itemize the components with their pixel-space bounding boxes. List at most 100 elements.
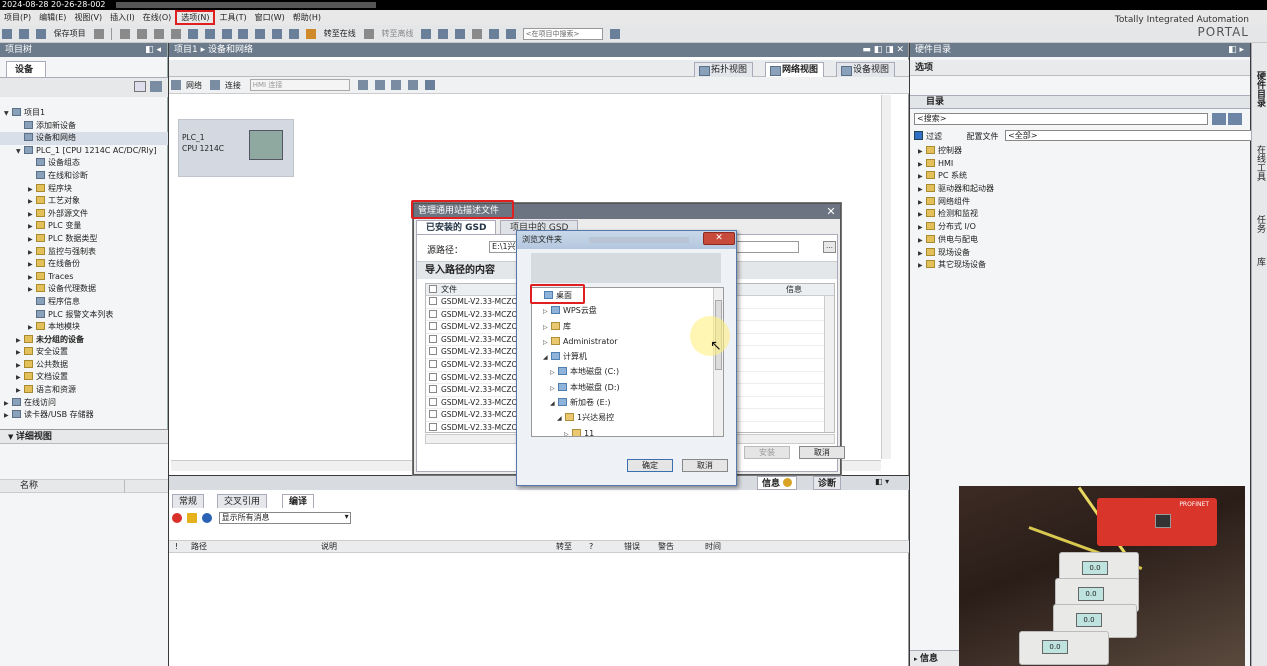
file-checkbox[interactable] [429, 297, 437, 305]
side-tab-tasks[interactable]: 任务 [1254, 215, 1266, 233]
select-all-checkbox[interactable] [429, 285, 437, 293]
expand-icon[interactable]: ▶ [4, 410, 12, 423]
tree-item[interactable]: ▶ 监控与强制表 [0, 246, 168, 259]
gsd-close-icon[interactable]: ✕ [824, 204, 838, 219]
tree-item[interactable]: ◢ 新加卷 (E:) [532, 395, 723, 410]
error-filter-icon[interactable] [172, 513, 182, 523]
split-vertical-icon[interactable] [505, 29, 516, 39]
tree-item[interactable]: ▷ 本地磁盘 (D:) [532, 380, 723, 395]
tab-device-view[interactable]: 设备视图 [836, 62, 896, 77]
tree-item[interactable]: 设备组态 [0, 157, 168, 170]
tree-item[interactable]: ▶ 程序块 [0, 183, 168, 196]
tab-topology-view[interactable]: 拓扑视图 [694, 62, 754, 77]
tree-item[interactable]: 在线和诊断 [0, 170, 168, 183]
tree-item[interactable]: ▷ 11 [532, 426, 723, 436]
catalog-search-input[interactable]: <搜索> [914, 113, 1208, 125]
catalog-item[interactable]: ▶ HMI [916, 158, 1236, 171]
file-checkbox[interactable] [429, 372, 437, 381]
tree-item[interactable]: ▶ 工艺对象 [0, 195, 168, 208]
col-errors[interactable]: 错误 [624, 541, 640, 553]
layout-icon[interactable] [391, 80, 402, 90]
split-horizontal-icon[interactable] [488, 29, 499, 39]
expand-icon[interactable]: ▷ [543, 320, 551, 335]
folder-tree-scrollbar[interactable] [713, 288, 723, 436]
browse-close-icon[interactable]: ✕ [703, 232, 735, 245]
tree-item[interactable]: ▷ 本地磁盘 (C:) [532, 364, 723, 379]
delete-icon[interactable] [170, 29, 181, 39]
save-project-button[interactable]: 保存项目 [51, 25, 89, 43]
tree-item[interactable]: ▷ WPS云盘 [532, 303, 723, 318]
network-icon[interactable] [171, 80, 181, 90]
tree-item[interactable]: ▶ 在线备份 [0, 258, 168, 271]
tree-item[interactable]: ▶ 设备代理数据 [0, 283, 168, 296]
col-goto[interactable]: 转至 [556, 541, 572, 553]
connection-icon[interactable] [209, 80, 220, 90]
file-checkbox[interactable] [429, 334, 437, 343]
view-toggle-icon[interactable] [134, 81, 146, 92]
warning-filter-icon[interactable] [186, 513, 197, 523]
expand-icon[interactable]: ◢ [550, 396, 558, 411]
tree-item[interactable]: ▶ 文档设置 [0, 371, 168, 384]
catalog-item[interactable]: ▶ 分布式 I/O [916, 221, 1236, 234]
go-online-button[interactable]: 转至在线 [321, 25, 359, 43]
side-tab-online-tools[interactable]: 在线工具 [1254, 145, 1266, 181]
search-up-icon[interactable] [1228, 113, 1242, 125]
tree-item[interactable]: ▶ Traces [0, 271, 168, 284]
tab-network-view[interactable]: 网络视图 [765, 62, 825, 77]
browse-button[interactable]: … [823, 241, 836, 253]
cut-icon[interactable] [120, 29, 131, 39]
expand-icon[interactable]: ◢ [557, 411, 565, 426]
file-list-scrollbar[interactable] [824, 296, 834, 432]
network-button[interactable]: 网络 [183, 77, 205, 94]
simulation-icon[interactable] [289, 29, 299, 39]
search-icon[interactable] [609, 29, 620, 39]
go-online-icon[interactable] [305, 29, 316, 39]
editor-vertical-scrollbar[interactable] [881, 95, 891, 459]
expand-icon[interactable]: ◢ [543, 350, 551, 365]
file-checkbox[interactable] [429, 309, 437, 318]
overview-icon[interactable] [408, 80, 419, 90]
menu-item-3[interactable]: 插入(I) [106, 10, 139, 25]
open-project-icon[interactable] [18, 29, 29, 39]
menu-item-4[interactable]: 在线(O) [139, 10, 176, 25]
col-description[interactable]: 说明 [321, 541, 337, 553]
plc-device-box[interactable]: PLC_1 CPU 1214C [178, 119, 294, 177]
tree-item[interactable]: ▶ 读卡器/USB 存储器 [0, 409, 168, 422]
message-filter-select[interactable]: 显示所有消息 [218, 512, 351, 524]
new-group-icon[interactable] [150, 81, 162, 92]
tree-item[interactable]: 程序信息 [0, 296, 168, 309]
tree-item[interactable]: ▶ PLC 变量 [0, 220, 168, 233]
upload-icon[interactable] [272, 29, 283, 39]
table-icon[interactable] [374, 80, 385, 90]
menu-item-7[interactable]: 窗口(W) [251, 10, 289, 25]
redo-icon[interactable] [204, 29, 215, 39]
window-controls-icon[interactable]: ▬ ◧ ◨ ✕ [862, 43, 908, 57]
print-icon[interactable] [93, 29, 104, 39]
tree-item[interactable]: ▶ 未分组的设备 [0, 334, 168, 347]
ok-button[interactable]: 确定 [627, 459, 673, 472]
close-icon[interactable] [472, 29, 482, 39]
menu-item-2[interactable]: 视图(V) [70, 10, 106, 25]
install-button[interactable]: 安装 [744, 446, 790, 459]
paste-icon[interactable] [154, 29, 164, 39]
tab-compile[interactable]: 编译 [282, 494, 315, 508]
expand-icon[interactable]: ▷ [543, 304, 551, 319]
zoom-icon[interactable] [425, 80, 436, 90]
compile-icon[interactable] [238, 29, 249, 39]
expand-icon[interactable]: ▷ [564, 427, 572, 436]
tab-info[interactable]: 信息 [757, 476, 798, 490]
tab-installed-gsd[interactable]: 已安装的 GSD [416, 220, 497, 234]
expand-icon[interactable]: ▷ [543, 335, 551, 350]
col-warnings[interactable]: 警告 [658, 541, 674, 553]
menu-item-8[interactable]: 帮助(H) [289, 10, 325, 25]
col-path[interactable]: 路径 [191, 541, 207, 553]
profile-select[interactable]: <全部> [1005, 130, 1261, 141]
tree-item[interactable]: ▶ 本地模块 [0, 321, 168, 334]
file-checkbox[interactable] [429, 359, 437, 368]
go-offline-icon[interactable] [363, 29, 374, 39]
stop-cpu-icon[interactable] [455, 29, 466, 39]
menu-item-6[interactable]: 工具(T) [215, 10, 250, 25]
file-checkbox[interactable] [429, 347, 437, 356]
connection-type-select[interactable]: HMI 连接 [249, 79, 350, 91]
file-checkbox[interactable] [429, 422, 437, 431]
